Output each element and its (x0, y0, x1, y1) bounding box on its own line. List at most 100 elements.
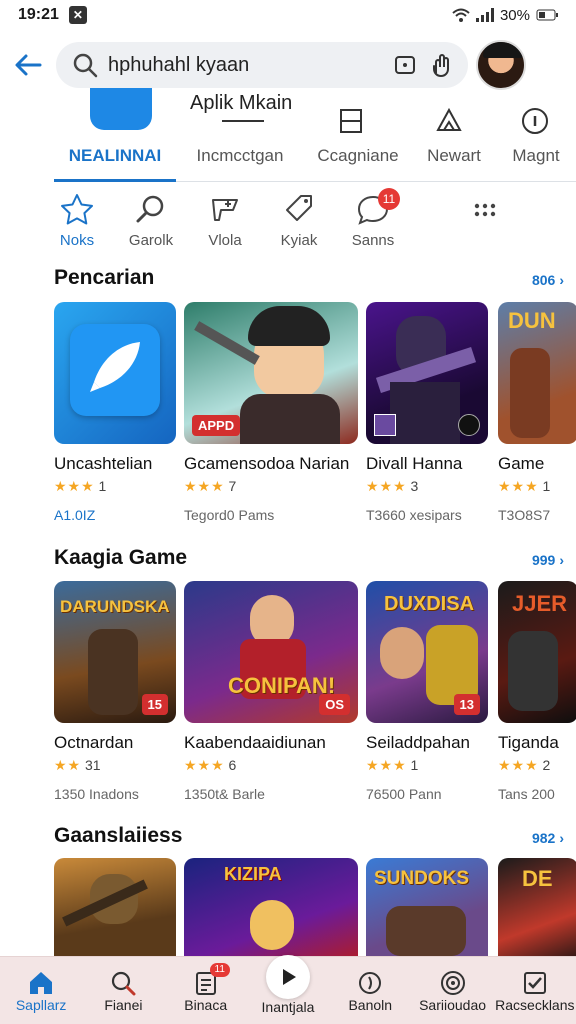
game-card[interactable]: DE (498, 858, 576, 956)
category-underline (222, 120, 264, 122)
game-card[interactable]: KIZIPA (184, 858, 358, 956)
game-rating: ★★ 31 (54, 757, 176, 774)
app-tag: APPD (192, 415, 241, 436)
see-all-link[interactable]: 999 › (532, 552, 564, 568)
app-art-title: DUN (508, 308, 556, 333)
chip-sanns[interactable]: 11 Sanns (336, 188, 410, 256)
chip-label: Garolk (128, 232, 174, 249)
nav-item-target[interactable]: Sariioudao (413, 969, 493, 1013)
store-logo-icon (90, 88, 152, 130)
app-thumbnail (366, 302, 488, 444)
game-card[interactable]: SUNDOKS (366, 858, 488, 956)
game-rating: ★★★ 2 (498, 757, 576, 774)
app-name: Divall Hanna (366, 454, 463, 473)
nav-item-check[interactable]: Racsecklans (495, 969, 575, 1013)
avatar[interactable] (476, 40, 526, 90)
clock-icon (359, 971, 382, 994)
game-tag: 15 (141, 694, 168, 715)
nav-item-library[interactable]: 11 Binaca (166, 962, 246, 1013)
game-meta: 1350 Inadons (54, 786, 139, 802)
game-card[interactable]: CONIPAN! OS Kaabendaaidiunan ★★★ 6 1350t… (184, 581, 358, 802)
nav-item-play[interactable]: Inantjala (248, 954, 328, 1015)
game-name: Tiganda (498, 733, 559, 752)
app-name: Uncashtelian (54, 454, 153, 473)
nav-item-clock[interactable]: Banoln (330, 969, 410, 1013)
star-rating-icon: ★★★ (366, 757, 407, 773)
more-icon (474, 203, 496, 217)
star-rating-icon: ★★★ (54, 478, 95, 494)
home-icon (30, 971, 53, 994)
game-card[interactable]: DARUNDSKA 15 Octnardan ★★ 31 1350 Inadon… (54, 581, 176, 802)
check-icon (523, 971, 546, 994)
app-rating: ★★★ 1 (498, 478, 576, 495)
chip-label: Vlola (208, 232, 242, 249)
chip-garolk[interactable]: Garolk (114, 192, 188, 256)
tab-0[interactable]: NEALINNAI (54, 140, 176, 182)
search-row (0, 38, 576, 92)
window-icon[interactable] (336, 106, 366, 136)
star-rating-icon: ★★ (54, 757, 82, 773)
search-input[interactable] (108, 53, 384, 77)
rating-value: 3 (410, 478, 419, 494)
see-all-link[interactable]: 806 › (532, 272, 564, 288)
info-icon[interactable] (520, 106, 550, 136)
app-name: Game (498, 454, 545, 473)
chevron-right-icon: › (559, 272, 564, 288)
more-button[interactable] (410, 192, 560, 256)
app-card[interactable]: APPD Gcamensodoa Narian ★★★ 7 Tegord0 Pa… (184, 302, 358, 523)
nav-item-search[interactable]: Fianei (83, 969, 163, 1013)
search-icon (73, 53, 98, 78)
see-all-label: 982 (531, 830, 556, 846)
tent-icon[interactable] (434, 106, 464, 136)
nav-item-home[interactable]: Sapllarz (1, 969, 81, 1013)
game-card[interactable]: DUXDISA 13 Seiladdpahan ★★★ 1 76500 Pann (366, 581, 488, 802)
game-icon (212, 199, 238, 221)
nav-label: Binaca (184, 996, 228, 1013)
app-card[interactable]: Uncashtelian ★★★ 1 A1.0IZ (54, 302, 176, 523)
chip-noks[interactable]: Noks (40, 192, 114, 256)
star-rating-icon: ★★★ (498, 478, 539, 494)
star-rating-icon: ★★★ (184, 478, 225, 494)
tab-4[interactable]: Magnt (496, 140, 576, 181)
game-thumbnail: DUXDISA 13 (366, 581, 488, 723)
chip-vlola[interactable]: Vlola (188, 192, 262, 256)
app-row: Uncashtelian ★★★ 1 A1.0IZ APPD Gcamensod… (54, 302, 576, 542)
nav-label: Racsecklans (495, 996, 575, 1013)
search-box[interactable] (56, 42, 468, 88)
app-rating: ★★★ 1 (54, 478, 176, 495)
game-art-title: SUNDOKS (374, 868, 470, 889)
see-all-label: 806 (531, 272, 556, 288)
signal-icon (475, 8, 494, 22)
game-thumbnail: JJER (498, 581, 576, 723)
back-button[interactable] (0, 38, 56, 92)
star-rating-icon: ★★★ (184, 757, 225, 773)
game-art-title: DE (522, 866, 553, 891)
tab-2[interactable]: Ccagniane (304, 140, 412, 181)
see-all-link[interactable]: 982 › (532, 830, 564, 846)
play-button[interactable] (265, 954, 310, 999)
chip-kyiak[interactable]: Kyiak (262, 192, 336, 256)
rating-value: 6 (228, 757, 237, 773)
nav-label: Sapllarz (15, 996, 67, 1013)
rating-value: 31 (85, 757, 101, 773)
game-card[interactable]: JJER Tiganda ★★★ 2 Tans 200 (498, 581, 576, 802)
game-rating: ★★★ 1 (366, 757, 488, 774)
tab-3[interactable]: Newart (412, 140, 496, 181)
voice-search-button[interactable] (426, 50, 456, 80)
app-card[interactable]: DUN Game ★★★ 1 T3O8S7 (498, 302, 576, 523)
notification-icon: ✕ (68, 6, 87, 24)
rocket-icon (90, 342, 140, 392)
app-card[interactable]: Divall Hanna ★★★ 3 T3660 xesipars (366, 302, 488, 523)
game-card[interactable] (54, 858, 176, 956)
rating-value: 7 (228, 478, 237, 494)
section-title: Kaagia Game (54, 546, 188, 569)
game-row: KIZIPA SUNDOKS DE (54, 858, 576, 956)
section-title: Pencarian (54, 266, 155, 289)
rating-value: 2 (542, 757, 551, 773)
battery-icon (536, 9, 558, 21)
tab-1[interactable]: Incmcctgan (176, 140, 304, 181)
app-meta: T3O8S7 (498, 507, 551, 523)
game-art-title: DARUNDSKA (60, 597, 170, 616)
search-icon (112, 971, 136, 995)
scan-button[interactable] (390, 50, 420, 80)
